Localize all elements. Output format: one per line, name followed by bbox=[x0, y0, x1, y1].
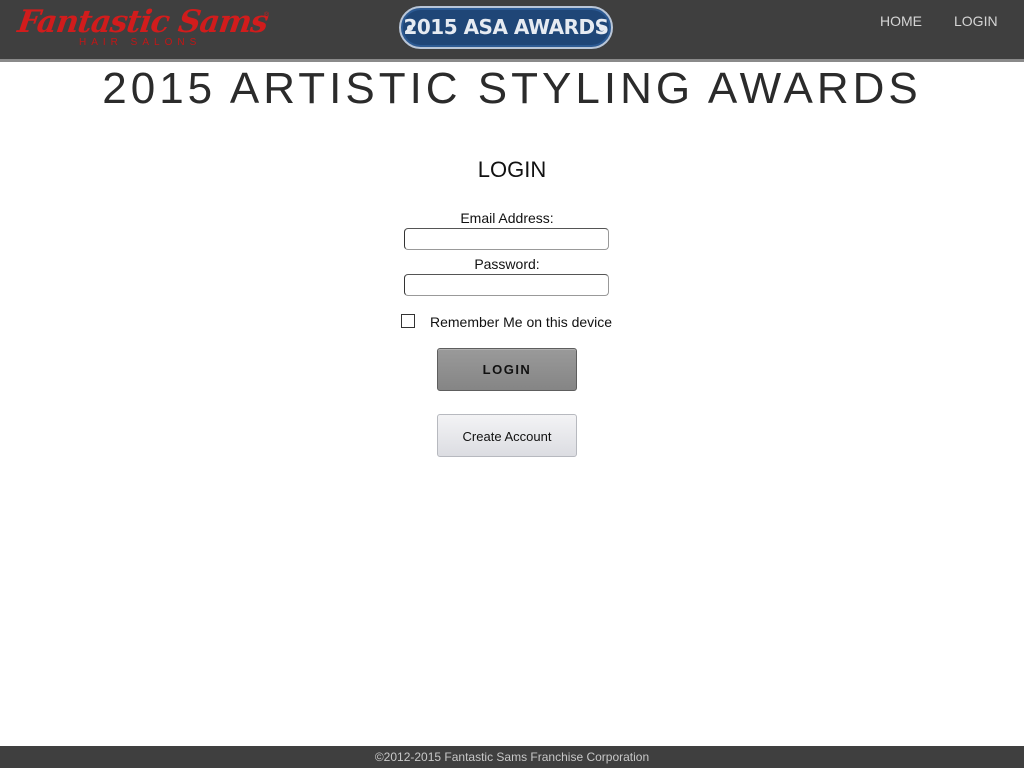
badge-rivet-icon bbox=[599, 25, 605, 31]
email-label: Email Address: bbox=[460, 210, 554, 226]
login-button[interactable]: LOGIN bbox=[437, 348, 577, 391]
logo-subtitle: HAIR SALONS bbox=[79, 37, 202, 48]
nav-home-link[interactable]: HOME bbox=[880, 13, 922, 29]
password-field[interactable] bbox=[404, 274, 609, 296]
remember-me-label[interactable]: Remember Me on this device bbox=[430, 314, 612, 330]
asa-awards-badge: 2015 ASA AWARDS bbox=[399, 6, 613, 49]
login-heading: LOGIN bbox=[477, 157, 547, 182]
nav-login-link[interactable]: LOGIN bbox=[954, 13, 998, 29]
fantastic-sams-logo[interactable]: Fantastic Sams ® HAIR SALONS bbox=[15, 4, 273, 52]
footer: ©2012-2015 Fantastic Sams Franchise Corp… bbox=[0, 746, 1024, 768]
badge-rivet-icon bbox=[407, 25, 413, 31]
remember-me-checkbox[interactable] bbox=[401, 314, 415, 328]
registered-mark: ® bbox=[264, 12, 270, 19]
top-navigation-bar: Fantastic Sams ® HAIR SALONS 2015 ASA AW… bbox=[0, 0, 1024, 62]
copyright-text: ©2012-2015 Fantastic Sams Franchise Corp… bbox=[374, 750, 650, 764]
password-label: Password: bbox=[474, 256, 540, 272]
logo-script-text: Fantastic Sams bbox=[15, 4, 270, 40]
badge-label: 2015 ASA AWARDS bbox=[403, 15, 609, 39]
page-title: 2015 ARTISTIC STYLING AWARDS bbox=[102, 64, 922, 113]
email-field[interactable] bbox=[404, 228, 609, 250]
create-account-button[interactable]: Create Account bbox=[437, 414, 577, 457]
